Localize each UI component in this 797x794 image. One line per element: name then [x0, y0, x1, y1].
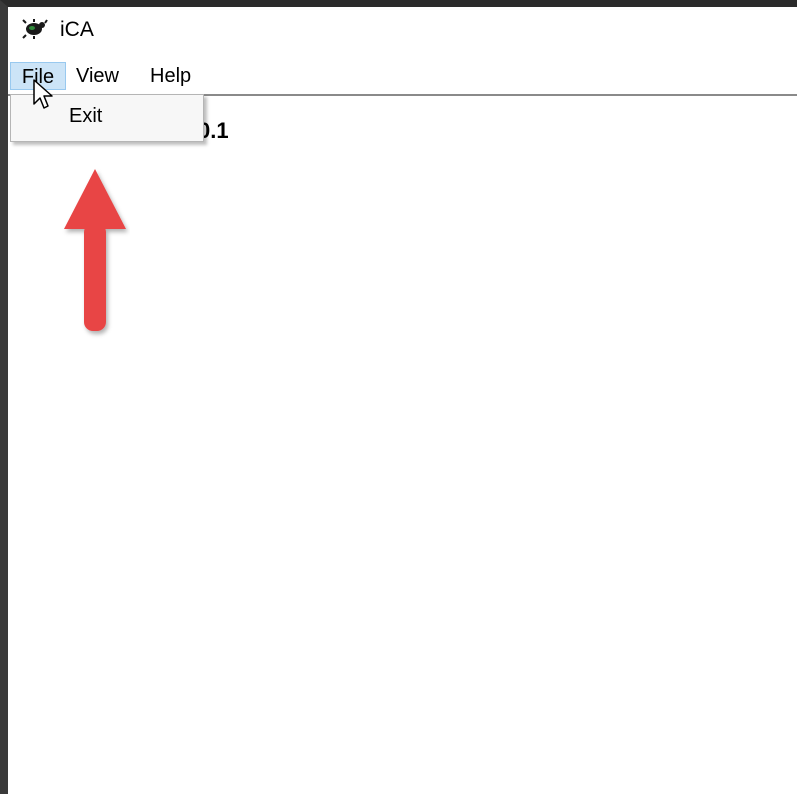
menu-item-exit[interactable]: Exit: [69, 105, 102, 128]
app-window: iCA File View Help 0.1 Exit: [0, 0, 797, 794]
menubar: File View Help: [8, 58, 797, 96]
menu-help[interactable]: Help: [146, 62, 195, 90]
titlebar: iCA: [8, 7, 797, 55]
up-arrow-icon: [60, 167, 130, 339]
bug-icon: [22, 18, 48, 40]
menu-view[interactable]: View: [72, 62, 123, 90]
mouse-cursor-icon: [32, 78, 54, 112]
window-title: iCA: [60, 18, 94, 41]
